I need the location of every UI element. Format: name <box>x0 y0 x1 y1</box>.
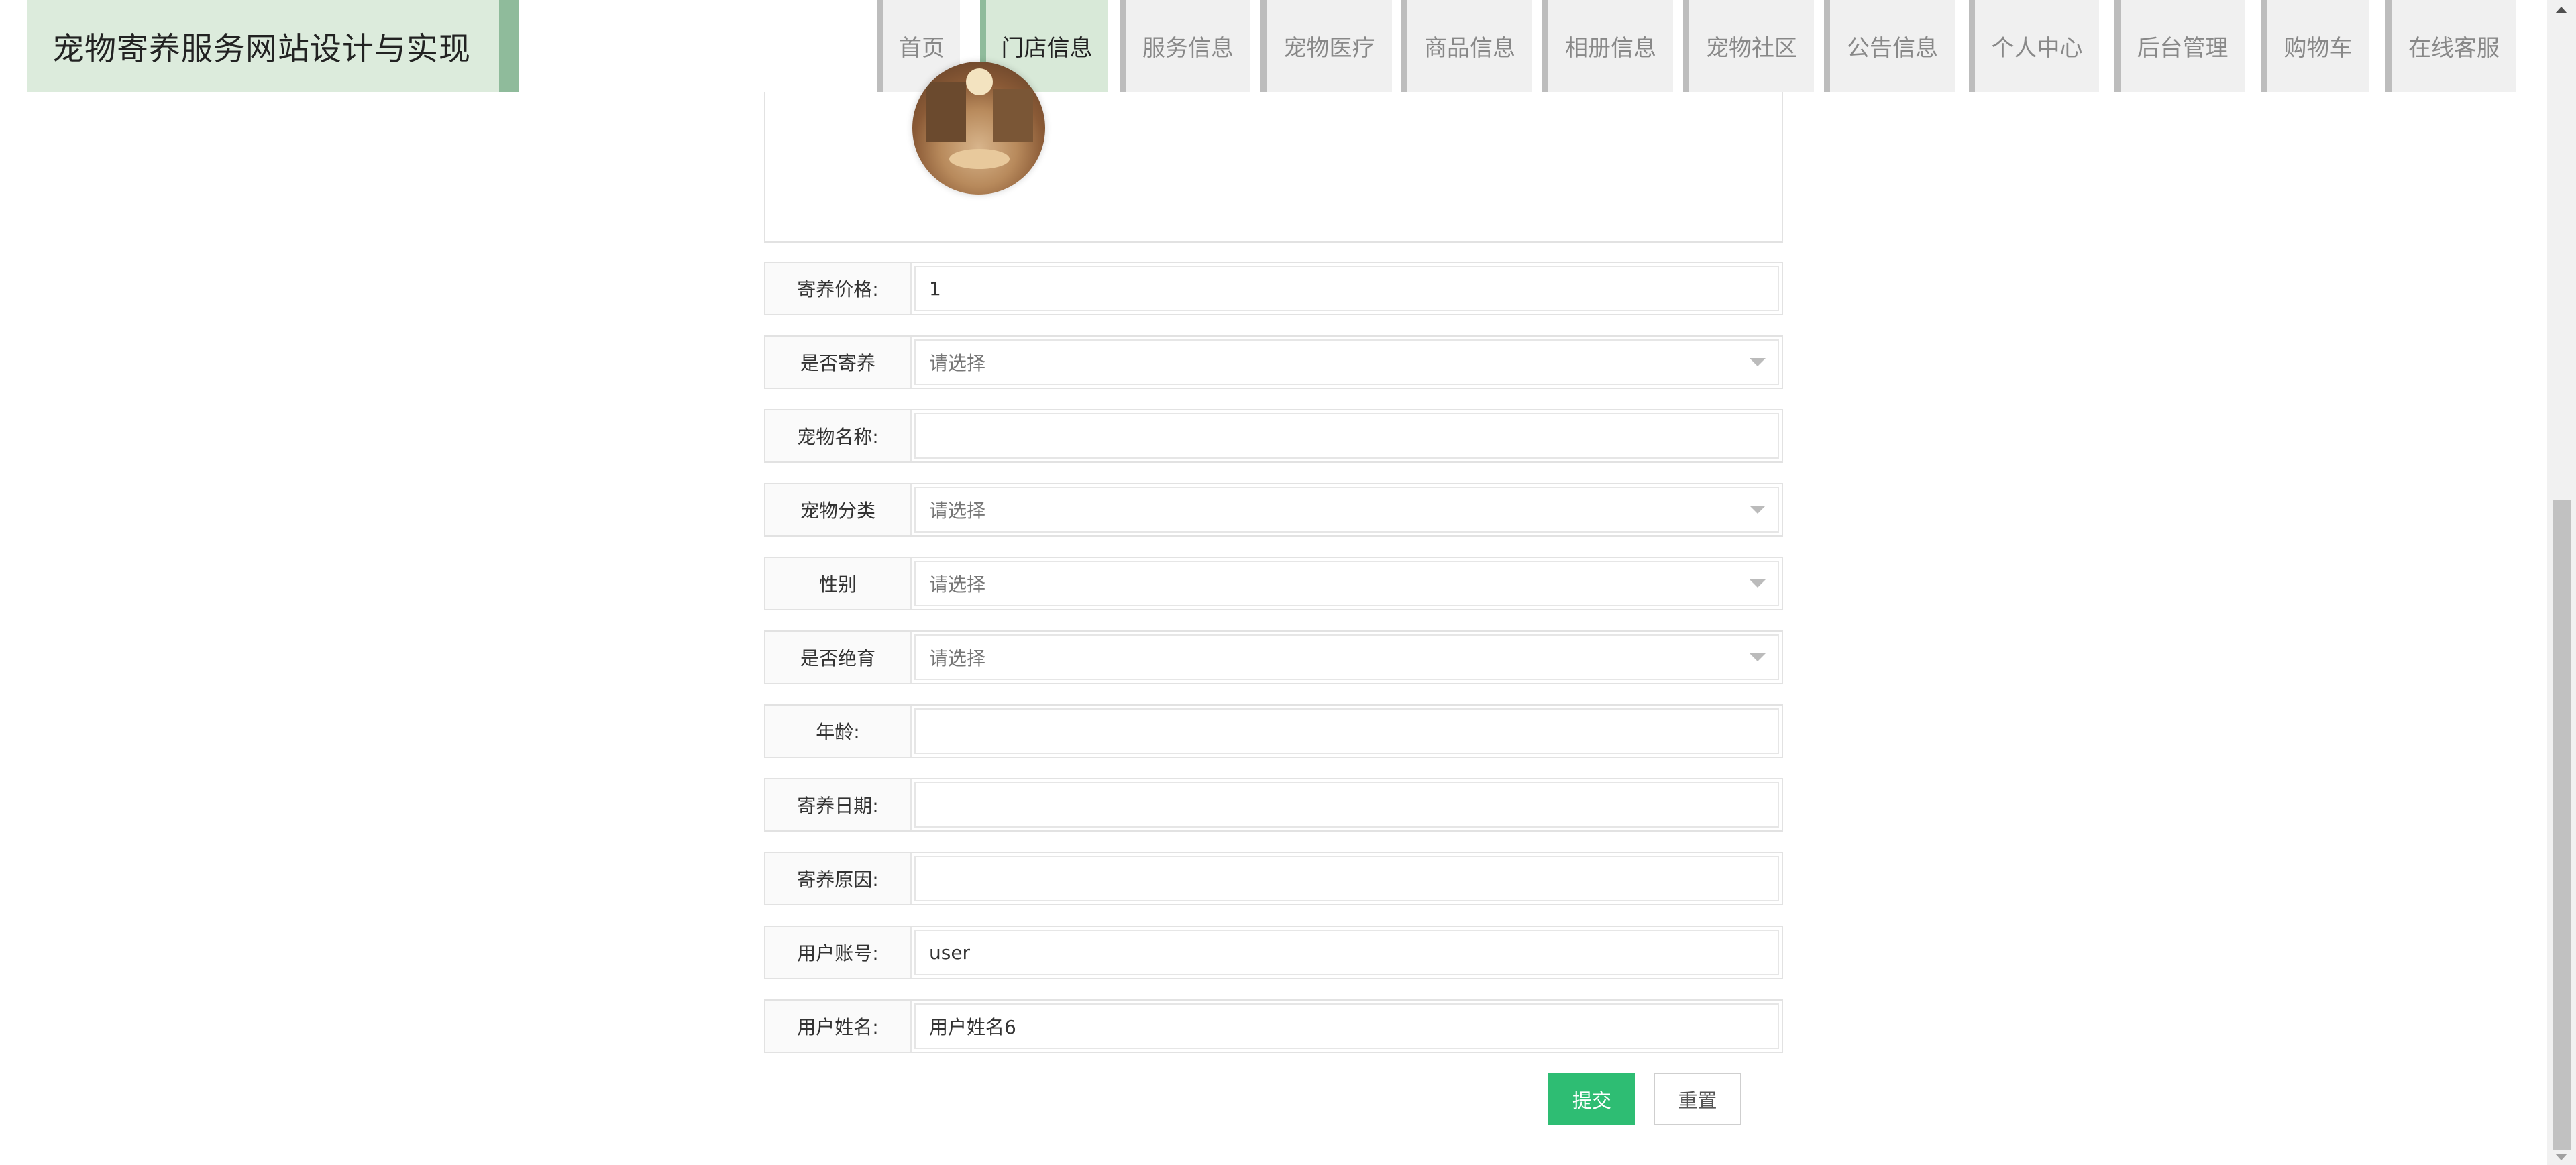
nav-item-album-info[interactable]: 相册信息 <box>1542 0 1673 92</box>
user-account-label: 用户账号: <box>765 927 912 978</box>
store-photo[interactable] <box>912 62 1045 195</box>
neutered-label: 是否绝育 <box>765 632 912 683</box>
nav-item-pet-community[interactable]: 宠物社区 <box>1683 0 1814 92</box>
pet-name-label: 宠物名称: <box>765 410 912 461</box>
boarding-reason-input[interactable] <box>914 856 1779 901</box>
user-account-input[interactable] <box>914 930 1779 975</box>
nav-item-cart[interactable]: 购物车 <box>2261 0 2369 92</box>
nav-item-goods-info[interactable]: 商品信息 <box>1401 0 1532 92</box>
form-row-user-name: 用户姓名: <box>764 999 1783 1053</box>
age-input[interactable] <box>914 708 1779 754</box>
submit-button[interactable]: 提交 <box>1548 1073 1635 1125</box>
boarding-reason-label: 寄养原因: <box>765 853 912 904</box>
photo-lamp <box>966 68 993 95</box>
form-row-boarding-reason: 寄养原因: <box>764 852 1783 905</box>
neutered-select[interactable]: 请选择 <box>914 634 1779 680</box>
site-title: 宠物寄养服务网站设计与实现 <box>27 0 519 92</box>
scrollbar-thumb[interactable] <box>2553 500 2571 1150</box>
price-label: 寄养价格: <box>765 263 912 314</box>
form-row-age: 年龄: <box>764 704 1783 758</box>
caret-down-icon[interactable] <box>1750 653 1766 661</box>
photo-shelf-left <box>926 82 966 142</box>
scroll-down-arrow-icon[interactable] <box>2555 1154 2567 1160</box>
gender-select[interactable]: 请选择 <box>914 561 1779 606</box>
photo-shelf-right <box>993 89 1033 142</box>
price-input[interactable] <box>914 266 1779 311</box>
reset-button[interactable]: 重置 <box>1654 1073 1741 1125</box>
is-boarding-select[interactable]: 请选择 <box>914 339 1779 385</box>
pet-category-select[interactable]: 请选择 <box>914 487 1779 533</box>
nav-item-pet-medical[interactable]: 宠物医疗 <box>1260 0 1392 92</box>
vertical-scrollbar[interactable] <box>2547 0 2576 1165</box>
is-boarding-label: 是否寄养 <box>765 337 912 388</box>
nav-item-service-info[interactable]: 服务信息 <box>1120 0 1250 92</box>
scroll-up-arrow-icon[interactable] <box>2555 7 2567 13</box>
caret-down-icon[interactable] <box>1750 579 1766 588</box>
user-name-label: 用户姓名: <box>765 1001 912 1052</box>
caret-down-icon[interactable] <box>1750 506 1766 514</box>
form-row-pet-category: 宠物分类 请选择 <box>764 483 1783 537</box>
form-row-boarding-date: 寄养日期: <box>764 778 1783 832</box>
age-label: 年龄: <box>765 706 912 757</box>
user-name-input[interactable] <box>914 1003 1779 1049</box>
form-row-gender: 性别 请选择 <box>764 557 1783 610</box>
form-row-price: 寄养价格: <box>764 262 1783 315</box>
form-row-is-boarding: 是否寄养 请选择 <box>764 335 1783 389</box>
photo-table <box>949 149 1010 169</box>
boarding-date-input[interactable] <box>914 782 1779 828</box>
nav-item-admin[interactable]: 后台管理 <box>2114 0 2245 92</box>
gender-label: 性别 <box>765 558 912 609</box>
caret-down-icon[interactable] <box>1750 358 1766 366</box>
form-row-pet-name: 宠物名称: <box>764 409 1783 463</box>
nav-item-personal-center[interactable]: 个人中心 <box>1969 0 2099 92</box>
boarding-date-label: 寄养日期: <box>765 779 912 830</box>
nav-item-notice-info[interactable]: 公告信息 <box>1824 0 1955 92</box>
form-row-neutered: 是否绝育 请选择 <box>764 630 1783 684</box>
form-row-user-account: 用户账号: <box>764 926 1783 979</box>
nav-item-online-service[interactable]: 在线客服 <box>2385 0 2516 92</box>
pet-category-label: 宠物分类 <box>765 484 912 535</box>
pet-name-input[interactable] <box>914 413 1779 459</box>
